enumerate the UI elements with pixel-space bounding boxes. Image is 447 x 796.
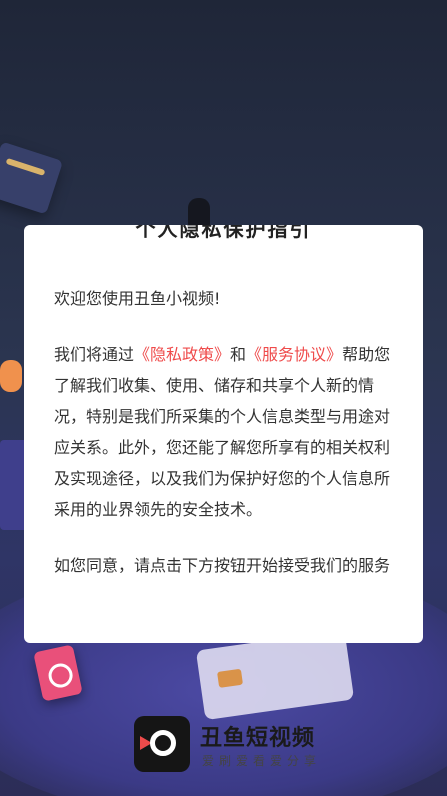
policy-suffix: 帮助您了解我们收集、使用、储存和共享个人新的情况，特别是我们所采集的个人信息类型…	[54, 345, 391, 519]
fish-logo-icon	[134, 716, 190, 772]
privacy-dialog: 个人隐私保护指引 欢迎您使用丑鱼小视频! 我们将通过《隐私政策》和《服务协议》帮…	[24, 225, 423, 643]
and-text: 和	[230, 345, 247, 364]
dialog-title: 个人隐私保护指引	[135, 225, 312, 241]
policy-prefix: 我们将通过	[54, 345, 135, 364]
service-agreement-link[interactable]: 《服务协议》	[246, 345, 342, 364]
logo-eye-dot	[160, 740, 168, 748]
illustration-figure	[188, 198, 210, 228]
privacy-policy-link[interactable]: 《隐私政策》	[134, 345, 230, 364]
dialog-scroll-content[interactable]: 欢迎您使用丑鱼小视频! 我们将通过《隐私政策》和《服务协议》帮助您了解我们收集、…	[54, 283, 393, 595]
policy-paragraph: 我们将通过《隐私政策》和《服务协议》帮助您了解我们收集、使用、储存和共享个人新的…	[54, 339, 393, 525]
brand-slogan: 爱刷爱看爱分享	[202, 754, 322, 768]
brand-footer: 丑鱼短视频 爱刷爱看爱分享	[134, 716, 324, 774]
consent-paragraph: 如您同意，请点击下方按钮开始接受我们的服务	[54, 556, 391, 575]
brand-name: 丑鱼短视频	[200, 726, 316, 751]
welcome-text: 欢迎您使用丑鱼小视频!	[54, 289, 221, 308]
illustration-card	[0, 141, 64, 215]
illustration-hand	[0, 360, 22, 392]
